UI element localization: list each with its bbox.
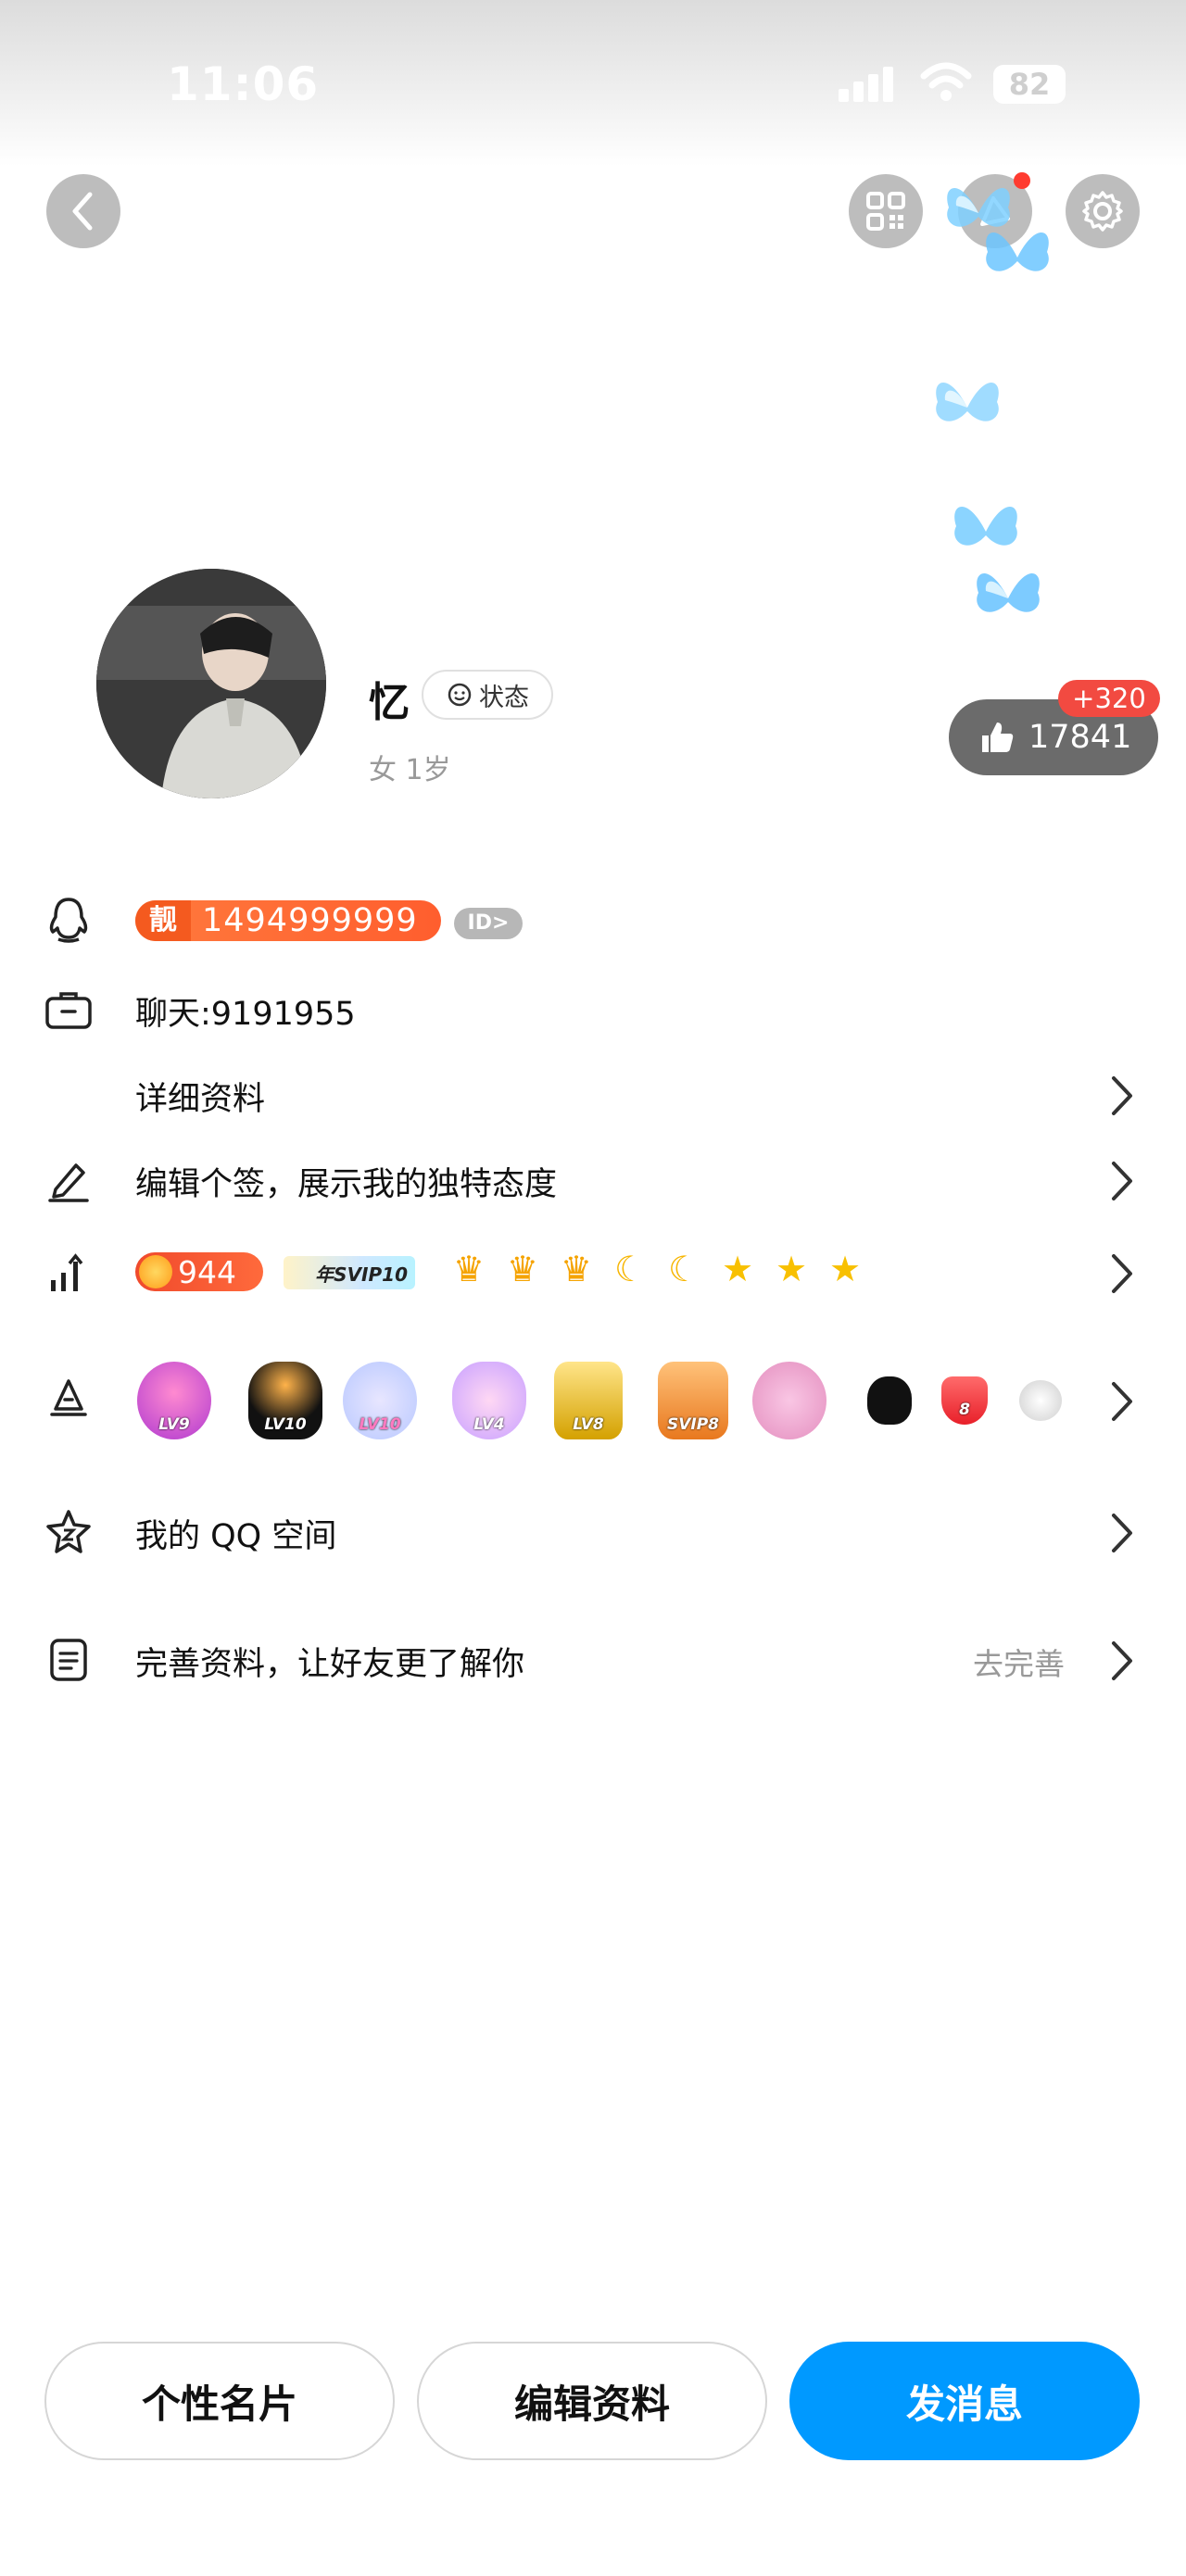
medal-diamond-8[interactable]: 8 (941, 1376, 988, 1425)
briefcase-icon (43, 984, 95, 1036)
level-chart-icon (43, 1247, 95, 1299)
chevron-right-icon (1112, 1641, 1132, 1680)
medal-lv9[interactable]: LV9 (137, 1362, 211, 1439)
status-label: 状态 (479, 683, 529, 712)
settings-button[interactable] (1066, 174, 1140, 248)
chevron-right-icon (1112, 1254, 1132, 1293)
thumbs-up-icon (982, 723, 1014, 752)
back-button[interactable] (46, 174, 120, 248)
svip-label: 年SVIP10 (315, 1263, 408, 1286)
chevron-right-icon (1112, 1382, 1132, 1421)
butterfly-icon (936, 382, 999, 421)
status-time: 11:06 (167, 57, 320, 111)
moon-icon: ☾ (613, 1249, 647, 1289)
svip-badge: 年SVIP10 (284, 1256, 415, 1289)
signal-icon (839, 67, 898, 102)
qr-code-button[interactable] (849, 174, 923, 248)
qq-number: 1494999999 (202, 902, 418, 939)
chevron-left-icon (72, 192, 93, 231)
signature-row[interactable]: 编辑个签，展示我的独特态度 (0, 1141, 1186, 1219)
crown-icon: ♛ (560, 1249, 593, 1289)
signature-label: 编辑个签，展示我的独特态度 (135, 1166, 558, 1203)
star-icon: ★ (775, 1249, 808, 1289)
wifi-icon (920, 62, 972, 101)
chevron-right-icon (1112, 1162, 1132, 1200)
moon-icon: ☾ (667, 1249, 700, 1289)
detail-row[interactable]: 详细资料 (0, 1056, 1186, 1134)
status-smile-icon (448, 683, 472, 707)
gear-icon (1082, 191, 1123, 232)
butterfly-icon (986, 232, 1049, 271)
avatar-photo (96, 569, 326, 798)
qzone-label: 我的 QQ 空间 (135, 1518, 337, 1555)
detail-label: 详细资料 (135, 1081, 266, 1118)
avatar[interactable] (96, 569, 326, 798)
medal-svip8[interactable]: SVIP8 (658, 1362, 728, 1439)
gender-age: 女 1岁 (369, 754, 451, 786)
like-count: 17841 (1028, 719, 1132, 756)
notification-dot (1014, 172, 1030, 189)
nickname: 忆 (369, 679, 410, 726)
id-badge[interactable]: ID> (454, 908, 523, 939)
chevron-right-icon (1112, 1076, 1132, 1115)
butterfly-icon (977, 572, 1040, 612)
profile-card-button[interactable]: 个性名片 (44, 2342, 395, 2460)
medal-lv8-vip[interactable]: LV8 (554, 1362, 623, 1439)
star-outline-icon (43, 1506, 95, 1558)
active-days-pill: 944 (135, 1252, 263, 1291)
medal-bomb[interactable] (1019, 1380, 1062, 1421)
medal-wings[interactable] (752, 1362, 826, 1439)
complete-profile-label: 完善资料，让好友更了解你 (135, 1646, 525, 1683)
medal-lv10-flame[interactable]: LV10 (248, 1362, 322, 1439)
qzone-row[interactable]: 我的 QQ 空间 (0, 1493, 1186, 1571)
status-button[interactable]: 状态 (422, 670, 553, 720)
medal-lv10-cloud[interactable]: LV10 (343, 1362, 417, 1439)
star-icon: ★ (721, 1249, 754, 1289)
penguin-icon (43, 895, 95, 947)
chat-id: 聊天:9191955 (135, 996, 356, 1033)
send-message-button[interactable]: 发消息 (789, 2342, 1140, 2460)
bell-badge-icon (43, 1375, 95, 1426)
pencil-icon (43, 1154, 95, 1206)
medal-lv4-heart[interactable]: LV4 (452, 1362, 526, 1439)
go-complete-link[interactable]: 去完善 (973, 1640, 1065, 1684)
crown-icon: ♛ (452, 1249, 486, 1289)
sun-value: 944 (178, 1253, 236, 1290)
star-icon: ★ (828, 1249, 862, 1289)
qq-number-pill[interactable]: 靓 1494999999 (135, 900, 441, 941)
butterfly-icon (954, 506, 1017, 546)
status-bar: 11:06 82 (0, 0, 1186, 167)
pretty-number-tag: 靓 (135, 900, 191, 941)
qr-code-icon (866, 192, 905, 231)
sun-icon (139, 1255, 172, 1288)
edit-profile-button[interactable]: 编辑资料 (417, 2342, 767, 2460)
chevron-right-icon (1112, 1514, 1132, 1552)
like-delta-badge: +320 (1058, 680, 1160, 717)
battery-indicator: 82 (993, 65, 1066, 104)
document-icon (43, 1634, 95, 1686)
crown-icon: ♛ (506, 1249, 539, 1289)
medal-penguin[interactable] (867, 1376, 912, 1425)
